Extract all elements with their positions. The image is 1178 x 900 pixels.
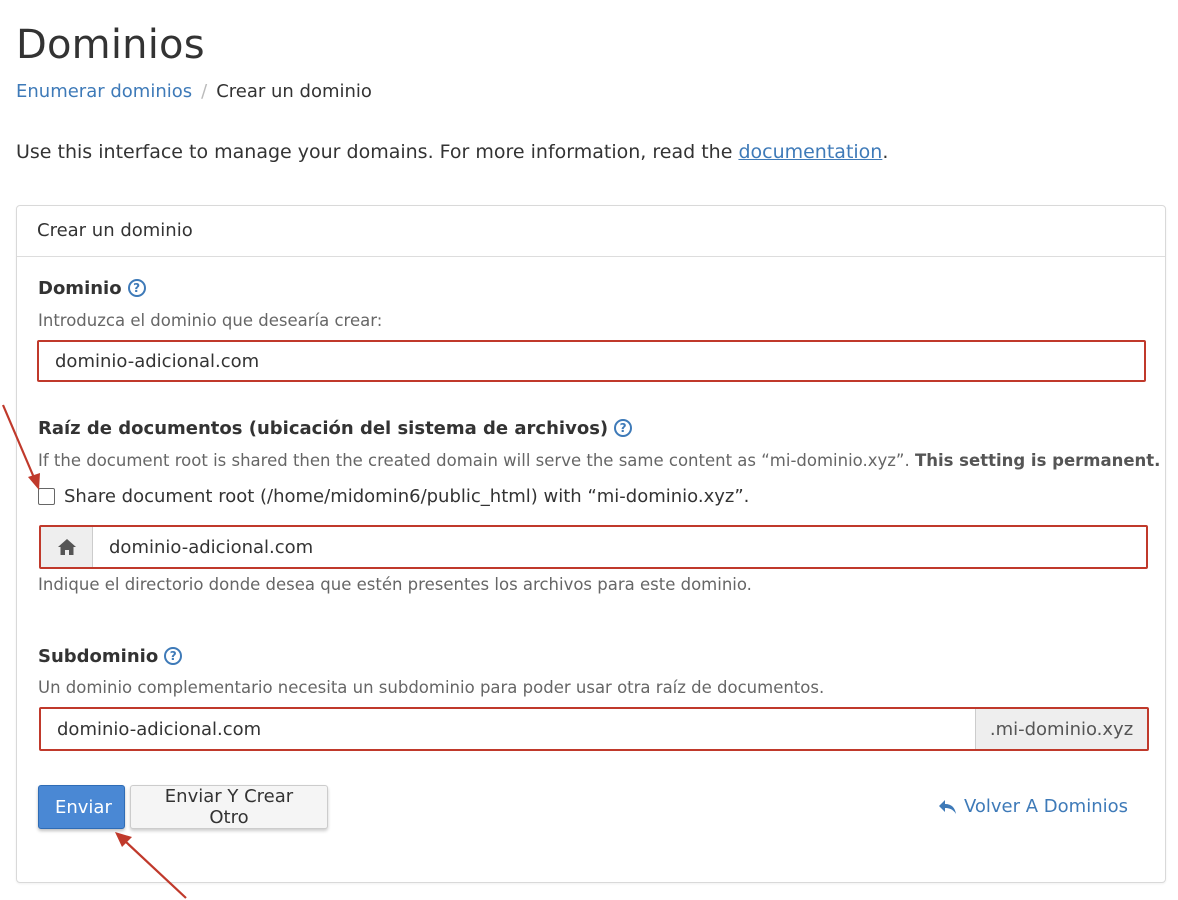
submit-and-create-another-button[interactable]: Enviar Y Crear Otro — [130, 785, 328, 829]
documentation-link[interactable]: documentation — [738, 141, 882, 163]
document-root-input-group — [39, 525, 1148, 569]
home-icon — [41, 527, 93, 567]
document-root-help-icon[interactable]: ? — [614, 419, 633, 437]
domain-help-text: Introduzca el dominio que desearía crear… — [38, 311, 383, 330]
domain-label-text: Dominio — [38, 278, 122, 299]
share-document-root-checkbox[interactable] — [38, 488, 55, 505]
domain-input[interactable] — [37, 340, 1146, 382]
panel-heading: Crear un dominio — [17, 206, 1165, 257]
intro-text-before: Use this interface to manage your domain… — [16, 141, 739, 163]
document-root-input[interactable] — [93, 527, 1146, 567]
submit-button[interactable]: Enviar — [38, 785, 125, 829]
share-document-root-row: Share document root (/home/midomin6/publ… — [38, 486, 749, 507]
subdomain-label: Subdominio? — [38, 646, 183, 667]
document-root-help-text: If the document root is shared then the … — [38, 451, 1160, 470]
page-title: Dominios — [16, 22, 205, 68]
subdomain-input[interactable] — [41, 709, 975, 749]
subdomain-label-text: Subdominio — [38, 646, 159, 667]
back-to-domains-link[interactable]: Volver A Dominios — [938, 796, 1128, 817]
subdomain-input-group: .mi-dominio.xyz — [39, 707, 1149, 751]
reply-arrow-icon — [938, 799, 956, 814]
breadcrumb-current: Crear un dominio — [216, 81, 372, 102]
document-root-help-text-main: If the document root is shared then the … — [38, 451, 915, 470]
domain-help-icon[interactable]: ? — [127, 279, 146, 297]
subdomain-help-text: Un dominio complementario necesita un su… — [38, 678, 825, 697]
breadcrumb-separator: / — [201, 81, 208, 102]
create-domain-panel: Crear un dominio Dominio? Introduzca el … — [16, 205, 1166, 883]
domain-label: Dominio? — [38, 278, 146, 299]
share-document-root-label[interactable]: Share document root (/home/midomin6/publ… — [64, 486, 749, 507]
subdomain-suffix: .mi-dominio.xyz — [975, 709, 1147, 749]
breadcrumb: Enumerar dominios / Crear un dominio — [16, 81, 372, 102]
intro-text: Use this interface to manage your domain… — [16, 141, 888, 163]
document-root-hint: Indique el directorio donde desea que es… — [38, 575, 752, 594]
intro-text-after: . — [882, 141, 889, 163]
breadcrumb-list-domains-link[interactable]: Enumerar dominios — [16, 81, 192, 102]
document-root-label: Raíz de documentos (ubicación del sistem… — [38, 418, 633, 439]
subdomain-help-icon[interactable]: ? — [164, 647, 183, 665]
back-to-domains-label: Volver A Dominios — [963, 796, 1128, 817]
document-root-permanent-warning: This setting is permanent. — [914, 451, 1161, 470]
document-root-label-text: Raíz de documentos (ubicación del sistem… — [38, 418, 609, 439]
